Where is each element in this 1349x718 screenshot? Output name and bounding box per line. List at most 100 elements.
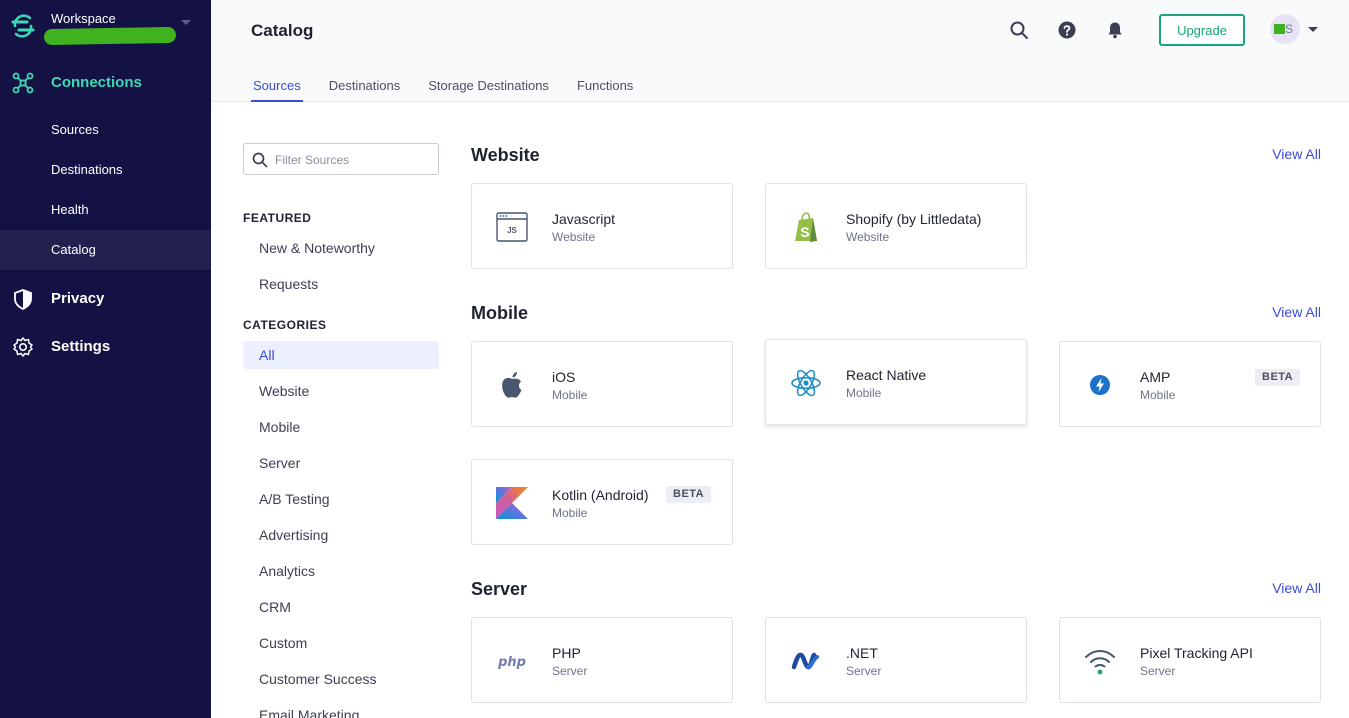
section-title-mobile: Mobile xyxy=(471,303,528,323)
section-title-server: Server xyxy=(471,579,528,599)
source-category: Mobile xyxy=(1140,388,1176,402)
workspace-label: Workspace xyxy=(51,11,116,26)
upgrade-button[interactable]: Upgrade xyxy=(1159,14,1245,46)
bell-icon[interactable] xyxy=(1105,20,1125,40)
beta-badge: BETA xyxy=(666,486,712,503)
avatar-initial: S xyxy=(1284,22,1293,36)
category-customer-success[interactable]: Customer Success xyxy=(243,665,439,693)
source-category: Mobile xyxy=(552,506,588,520)
source-card-ios[interactable]: iOS Mobile xyxy=(471,341,733,427)
filter-sources-input[interactable] xyxy=(275,150,430,170)
source-name: Kotlin (Android) xyxy=(552,487,649,503)
top-header: Catalog Upgrade S Sources Destinations S… xyxy=(211,0,1349,102)
source-category: Server xyxy=(552,664,588,678)
category-mobile[interactable]: Mobile xyxy=(243,413,439,441)
source-card-dotnet[interactable]: .NET Server xyxy=(765,617,1027,703)
filter-link-label: New & Noteworthy xyxy=(259,240,375,256)
source-card-react-native[interactable]: React Native Mobile xyxy=(765,339,1027,425)
source-card-kotlin[interactable]: Kotlin (Android) Mobile BETA xyxy=(471,459,733,545)
view-all-mobile-link[interactable]: View All xyxy=(1272,304,1321,320)
category-label: Custom xyxy=(259,635,308,651)
category-all[interactable]: All xyxy=(243,341,439,369)
category-server[interactable]: Server xyxy=(243,449,439,477)
shield-icon xyxy=(14,289,32,310)
category-label: Mobile xyxy=(259,419,301,435)
nav-connections-label: Connections xyxy=(51,73,142,91)
tab-storage-destinations[interactable]: Storage Destinations xyxy=(426,78,551,102)
category-advertising[interactable]: Advertising xyxy=(243,521,439,549)
source-card-javascript[interactable]: JS Javascript Website xyxy=(471,183,733,269)
category-label: All xyxy=(259,347,275,363)
source-name: PHP xyxy=(552,645,581,661)
source-name: .NET xyxy=(846,645,878,661)
php-icon: php xyxy=(496,645,528,677)
view-all-website-link[interactable]: View All xyxy=(1272,146,1321,162)
nav-destinations[interactable]: Destinations xyxy=(0,150,211,190)
react-icon xyxy=(790,367,822,399)
avatar-image-icon xyxy=(1274,24,1285,34)
category-custom[interactable]: Custom xyxy=(243,629,439,657)
nav-privacy[interactable]: Privacy xyxy=(0,278,211,318)
nav-health[interactable]: Health xyxy=(0,190,211,230)
gear-icon xyxy=(13,337,33,357)
svg-text:S: S xyxy=(800,224,809,240)
search-icon[interactable] xyxy=(1009,20,1029,40)
dotnet-icon xyxy=(790,645,822,677)
catalog-tabs: Sources Destinations Storage Destination… xyxy=(251,78,659,102)
source-category: Website xyxy=(846,230,890,244)
shopify-icon: S xyxy=(790,211,822,243)
tab-destinations[interactable]: Destinations xyxy=(327,78,403,102)
category-label: Advertising xyxy=(259,527,329,543)
tab-sources[interactable]: Sources xyxy=(251,78,303,102)
nav-destinations-label: Destinations xyxy=(51,162,123,177)
featured-heading: FEATURED xyxy=(243,211,312,225)
category-website[interactable]: Website xyxy=(243,377,439,405)
nav-catalog-label: Catalog xyxy=(51,242,96,257)
source-name: iOS xyxy=(552,369,576,385)
filter-new-noteworthy[interactable]: New & Noteworthy xyxy=(243,234,439,262)
help-icon[interactable] xyxy=(1057,20,1077,40)
workspace-switcher[interactable]: Workspace xyxy=(0,0,211,56)
category-analytics[interactable]: Analytics xyxy=(243,557,439,585)
source-category: Server xyxy=(1140,664,1176,678)
category-label: Website xyxy=(259,383,310,399)
chevron-down-icon[interactable] xyxy=(1308,27,1318,32)
view-all-server-link[interactable]: View All xyxy=(1272,580,1321,596)
filter-sources-field[interactable] xyxy=(243,143,439,175)
tab-functions[interactable]: Functions xyxy=(575,78,635,102)
workspace-name-redaction xyxy=(43,26,177,46)
svg-text:JS: JS xyxy=(507,226,517,235)
source-name: Pixel Tracking API xyxy=(1140,645,1253,661)
category-label: A/B Testing xyxy=(259,491,330,507)
category-label: CRM xyxy=(259,599,291,615)
nav-connections[interactable]: Connections xyxy=(0,62,211,102)
connections-icon xyxy=(12,72,34,94)
amp-icon xyxy=(1084,369,1116,401)
category-crm[interactable]: CRM xyxy=(243,593,439,621)
source-card-pixel-tracking-api[interactable]: Pixel Tracking API Server xyxy=(1059,617,1321,703)
chevron-down-icon xyxy=(181,20,191,25)
nav-settings[interactable]: Settings xyxy=(0,326,211,366)
source-card-shopify[interactable]: S Shopify (by Littledata) Website xyxy=(765,183,1027,269)
categories-heading: CATEGORIES xyxy=(243,318,327,332)
nav-health-label: Health xyxy=(51,202,89,217)
search-icon xyxy=(252,152,268,168)
left-nav: Workspace Connections Sources Destinatio… xyxy=(0,0,211,718)
source-card-amp[interactable]: AMP Mobile BETA xyxy=(1059,341,1321,427)
category-ab-testing[interactable]: A/B Testing xyxy=(243,485,439,513)
section-title-website: Website xyxy=(471,145,540,165)
source-card-php[interactable]: php PHP Server xyxy=(471,617,733,703)
source-category: Website xyxy=(552,230,596,244)
category-email-marketing[interactable]: Email Marketing xyxy=(243,701,439,718)
avatar[interactable]: S xyxy=(1270,14,1300,44)
filter-requests[interactable]: Requests xyxy=(243,270,439,298)
nav-sources[interactable]: Sources xyxy=(0,110,211,150)
source-category: Mobile xyxy=(552,388,588,402)
category-label: Customer Success xyxy=(259,671,377,687)
nav-catalog[interactable]: Catalog xyxy=(0,230,211,270)
javascript-icon: JS xyxy=(496,211,528,243)
nav-sources-label: Sources xyxy=(51,122,99,137)
segment-logo-icon xyxy=(11,14,35,38)
kotlin-icon xyxy=(496,487,528,519)
source-name: React Native xyxy=(846,367,927,383)
